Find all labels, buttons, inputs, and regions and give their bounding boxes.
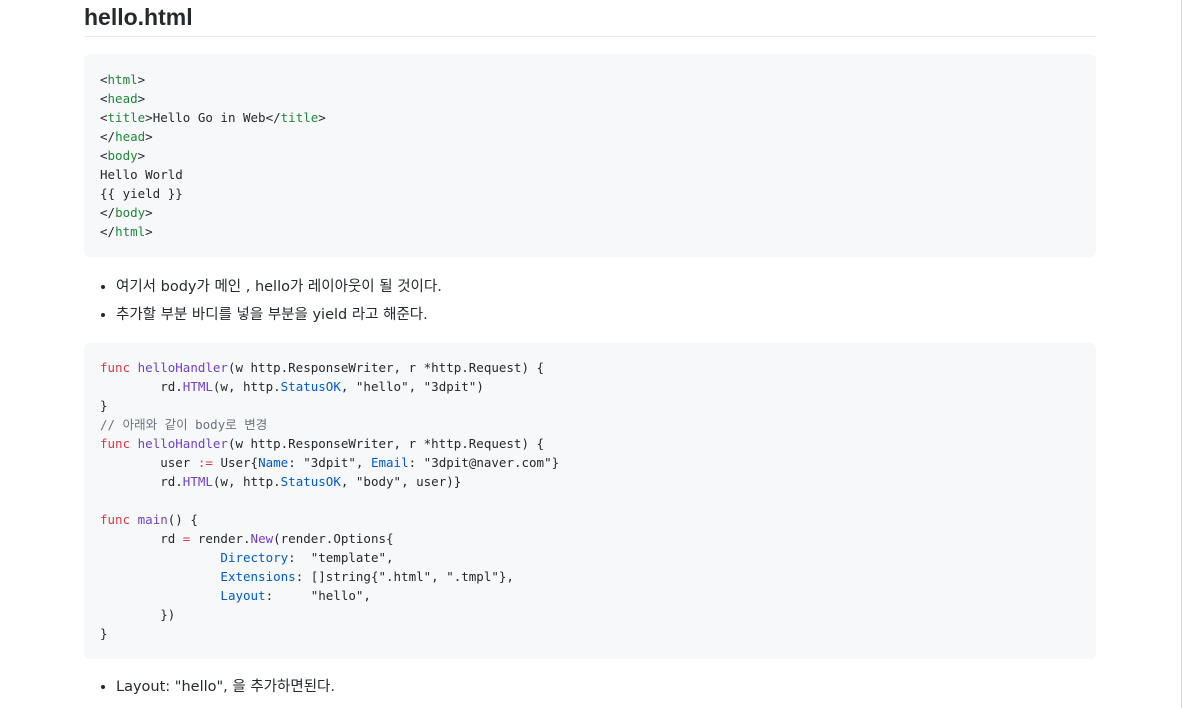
code-comment: // 아래와 같이 body로 변경 (100, 417, 268, 432)
go-code-block: func helloHandler(w http.ResponseWriter,… (84, 343, 1096, 659)
code-line: <html> (100, 72, 146, 87)
code-line: user := User{Name: "3dpit", Email: "3dpi… (160, 455, 560, 470)
notes-list: 여기서 body가 메인 , hello가 레이아웃이 될 것이다. 추가할 부… (84, 273, 1096, 329)
html-code-block: <html> <head> <title>Hello Go in Web</titl… (84, 54, 1096, 257)
code-line: </html> (100, 224, 153, 239)
list-item: 여기서 body가 메인 , hello가 레이아웃이 될 것이다. (116, 273, 1096, 301)
code-line: Directory: "template", (220, 550, 394, 565)
code-line: } (100, 626, 108, 641)
code-line: {{ yield }} (100, 186, 183, 201)
code-line: } (100, 398, 108, 413)
page-title: hello.html (84, 0, 1096, 37)
code-line: Hello World (100, 167, 183, 182)
code-line: <title>Hello Go in Web</title> (100, 110, 326, 125)
code-line: rd.HTML(w, http.StatusOK, "body", user)} (160, 474, 462, 489)
code-line: func helloHandler(w http.ResponseWriter,… (100, 360, 545, 375)
code-line: }) (160, 607, 176, 622)
code-line: func main() { (100, 512, 198, 527)
code-line: rd.HTML(w, http.StatusOK, "hello", "3dpi… (160, 379, 484, 394)
notes-list-2: Layout: "hello", 을 추가하면된다. (84, 673, 1096, 701)
code-line: </body> (100, 205, 153, 220)
list-item: Layout: "hello", 을 추가하면된다. (116, 673, 1096, 701)
code-line: <body> (100, 148, 146, 163)
code-line: func helloHandler(w http.ResponseWriter,… (100, 436, 545, 451)
list-item: 추가할 부분 바디를 넣을 부분을 yield 라고 해준다. (116, 301, 1096, 329)
article: hello.html <html> <head> <title>Hello Go i… (84, 0, 1096, 701)
page-scroll-edge (1181, 0, 1182, 708)
code-line: Extensions: []string{".html", ".tmpl"}, (220, 569, 514, 584)
code-line: </head> (100, 129, 153, 144)
code-line: Layout: "hello", (220, 588, 371, 603)
page: hello.html <html> <head> <title>Hello Go i… (0, 0, 1184, 708)
code-line: rd = render.New(render.Options{ (160, 531, 394, 546)
code-line: <head> (100, 91, 146, 106)
